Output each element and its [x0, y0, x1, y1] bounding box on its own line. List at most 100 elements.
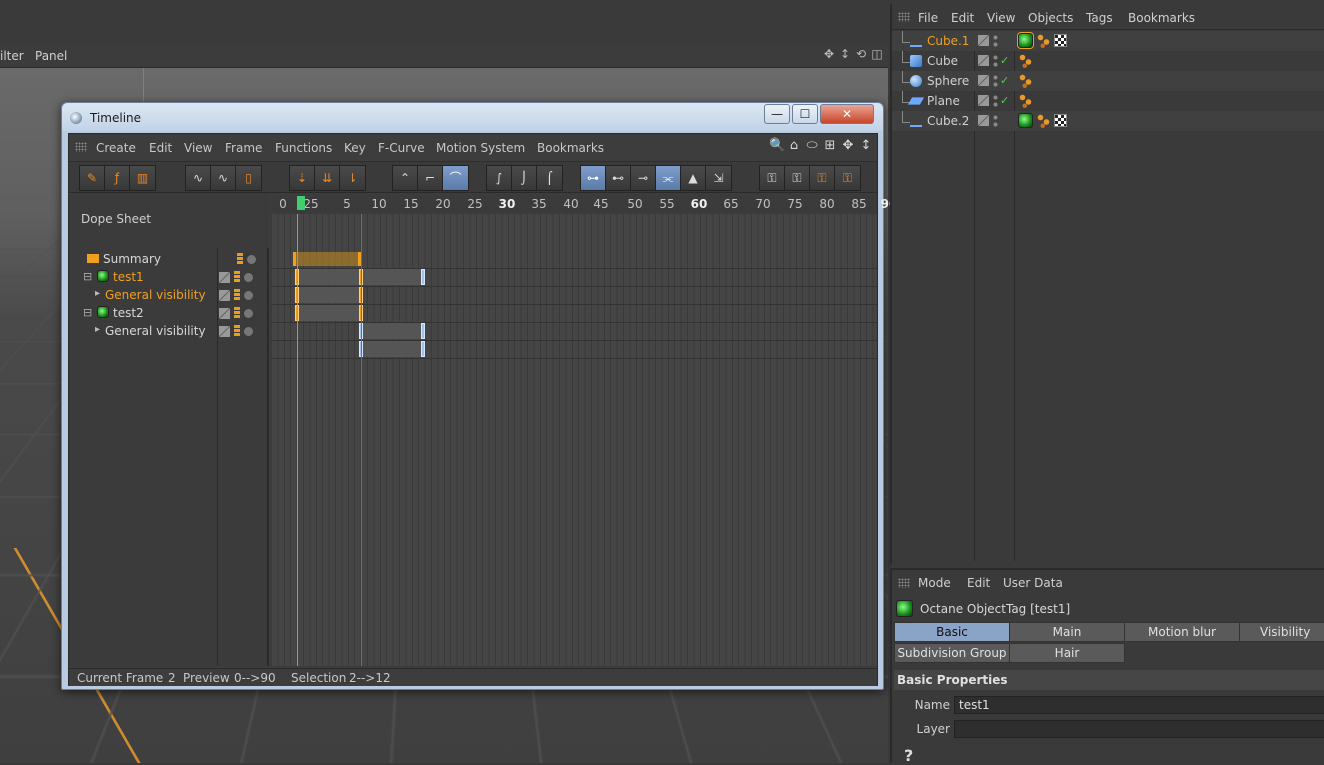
tab-hair[interactable]: Hair [1009, 643, 1125, 663]
menu-key[interactable]: Key [344, 141, 366, 155]
object-name[interactable]: Cube.2 [927, 114, 969, 128]
ease-out-icon[interactable]: ⌠ [537, 166, 562, 190]
texture-tag-icon[interactable] [1054, 34, 1067, 47]
menu-edit[interactable]: Edit [951, 11, 974, 25]
octane-tag-icon[interactable] [1018, 113, 1033, 128]
visibility-dots-icon[interactable] [993, 94, 998, 108]
zoom-view-icon[interactable]: ↕ [838, 47, 852, 63]
tree-row-test1-visibility[interactable]: ▸ General visibility [69, 286, 269, 304]
texture-tag-icon[interactable] [1054, 114, 1067, 127]
object-row-cube-1[interactable]: Cube.1 [892, 31, 1324, 51]
add-key-icon[interactable]: ⇣ [290, 166, 315, 190]
tree-row-summary[interactable]: Summary [69, 250, 269, 268]
tab-main[interactable]: Main [1009, 622, 1125, 642]
viewport-menu-filter[interactable]: ilter [0, 49, 24, 63]
name-field[interactable]: test1 [954, 696, 1324, 714]
key-test2-vis-end[interactable] [421, 341, 425, 357]
menu-bookmarks[interactable]: Bookmarks [537, 141, 604, 155]
linear-interp-icon[interactable]: ⌃ [393, 166, 418, 190]
layer-bars-icon[interactable] [237, 253, 243, 265]
object-name[interactable]: Plane [927, 94, 960, 108]
menu-view[interactable]: View [184, 141, 212, 155]
current-frame-marker[interactable] [297, 196, 305, 210]
solo-dot-icon[interactable] [244, 290, 253, 300]
tree-row-test2-visibility[interactable]: ▸ General visibility [69, 322, 269, 340]
menu-bookmarks[interactable]: Bookmarks [1128, 11, 1195, 25]
enabled-check-icon[interactable]: ✓ [1000, 74, 1009, 87]
menu-grip-icon[interactable] [75, 142, 87, 152]
ease-in-icon[interactable]: ⌡ [512, 166, 537, 190]
menu-objects[interactable]: Objects [1028, 11, 1073, 25]
menu-edit[interactable]: Edit [149, 141, 172, 155]
key-summary-end[interactable] [421, 269, 425, 285]
tree-row-test1[interactable]: ⊟ test1 [69, 268, 269, 286]
link-icon[interactable]: ⬭ [805, 138, 819, 153]
tangent-remove-icon[interactable]: ⇲ [706, 166, 731, 190]
step-interp-icon[interactable]: ⌐ [418, 166, 443, 190]
object-row-sphere[interactable]: Sphere ✓ [892, 71, 1324, 91]
menu-edit[interactable]: Edit [967, 576, 990, 590]
object-name[interactable]: Sphere [927, 74, 969, 88]
layer-edit-icon[interactable] [978, 115, 989, 126]
ease-in-out-icon[interactable]: ∫ [487, 166, 512, 190]
menu-view[interactable]: View [987, 11, 1015, 25]
help-icon[interactable]: ? [904, 746, 913, 765]
lock-value-icon[interactable]: ⚿ [785, 166, 810, 190]
octane-tag-icon[interactable] [1017, 32, 1034, 49]
current-frame-line[interactable] [297, 214, 298, 666]
visibility-dots-icon[interactable] [993, 74, 998, 88]
lock-length-icon[interactable]: ⚿ [835, 166, 860, 190]
layer-edit-icon[interactable] [978, 55, 989, 66]
layer-bars-icon[interactable] [234, 325, 240, 337]
maximize-button[interactable]: ☐ [792, 104, 818, 124]
menu-f-curve[interactable]: F-Curve [378, 141, 425, 155]
timeline-titlebar[interactable]: Timeline — ☐ ✕ [62, 103, 883, 131]
home-icon[interactable]: ⌂ [787, 138, 801, 153]
curve-bar-icon[interactable]: ▯ [236, 166, 261, 190]
solo-dot-icon[interactable] [244, 308, 253, 318]
tangent-auto-icon[interactable]: ⊶ [581, 166, 606, 190]
remove-keys-icon[interactable]: ⇂ [340, 166, 365, 190]
solo-dot-icon[interactable] [244, 272, 253, 282]
curve-normalize-icon[interactable]: ∿ [211, 166, 236, 190]
menu-file[interactable]: File [918, 11, 938, 25]
f-curve-mode-icon[interactable]: ƒ [105, 166, 130, 190]
tab-visibility[interactable]: Visibility [1239, 622, 1324, 642]
close-button[interactable]: ✕ [820, 104, 874, 124]
spline-interp-icon[interactable]: ⌒ [443, 166, 468, 190]
tangent-break-icon[interactable]: ⫘ [656, 166, 681, 190]
edit-icon[interactable] [219, 289, 230, 301]
tangent-weight-icon[interactable]: ⊸ [631, 166, 656, 190]
edit-icon[interactable] [219, 307, 230, 319]
key-test2-end[interactable] [421, 323, 425, 339]
selection-range-bar[interactable] [293, 252, 361, 266]
menu-grip-icon[interactable] [898, 578, 910, 588]
menu-grip-icon[interactable] [898, 12, 910, 22]
dope-sheet-mode-icon[interactable]: ✎ [80, 166, 105, 190]
add-keys-icon[interactable]: ⇊ [315, 166, 340, 190]
rotate-view-icon[interactable]: ⟲ [854, 47, 868, 63]
menu-mode[interactable]: Mode [918, 576, 951, 590]
object-name[interactable]: Cube [927, 54, 958, 68]
tangent-zero-icon[interactable]: ▲ [681, 166, 706, 190]
layer-edit-icon[interactable] [978, 35, 989, 46]
menu-tags[interactable]: Tags [1086, 11, 1113, 25]
tangent-overshoot-icon[interactable]: ⊷ [606, 166, 631, 190]
layer-bars-icon[interactable] [234, 289, 240, 301]
layer-bars-icon[interactable] [234, 271, 240, 283]
phong-tag-icon[interactable] [1018, 53, 1033, 68]
collapse-icon[interactable]: ⊟ [83, 306, 92, 319]
motion-mode-icon[interactable]: ▥ [130, 166, 155, 190]
object-row-plane[interactable]: Plane ✓ [892, 91, 1324, 111]
keyframe-area[interactable] [271, 214, 877, 666]
edit-icon[interactable] [219, 271, 230, 283]
phong-tag-icon[interactable] [1036, 113, 1051, 128]
object-row-cube[interactable]: Cube ✓ [892, 51, 1324, 71]
tab-basic[interactable]: Basic [894, 622, 1010, 642]
lock-time-icon[interactable]: ⚿ [760, 166, 785, 190]
zoom-icon[interactable]: ↕ [859, 138, 873, 153]
tab-subdivision-group[interactable]: Subdivision Group [894, 643, 1010, 663]
menu-frame[interactable]: Frame [225, 141, 262, 155]
visibility-dots-icon[interactable] [993, 34, 998, 48]
lock-angle-icon[interactable]: ⚿ [810, 166, 835, 190]
